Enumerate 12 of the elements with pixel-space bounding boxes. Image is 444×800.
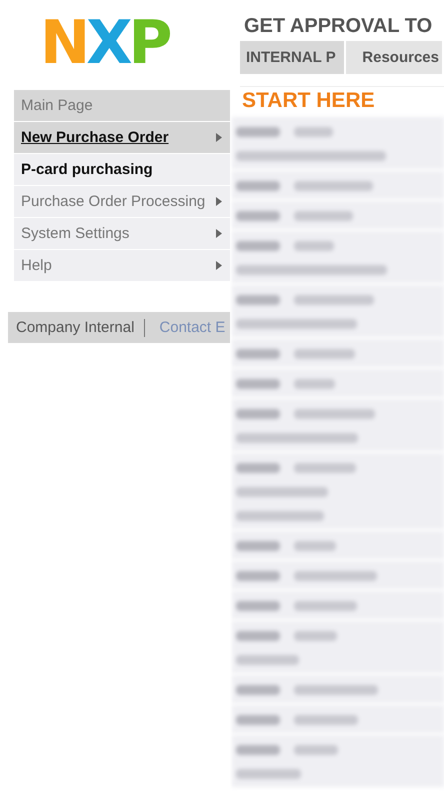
logo: NXP (40, 10, 168, 76)
menu-item[interactable]: System Settings (14, 218, 230, 250)
tab[interactable]: Resources (346, 41, 442, 74)
menu-item[interactable]: Help (14, 250, 230, 282)
footer-text: Company Internal (16, 319, 134, 336)
tab[interactable]: INTERNAL P (240, 41, 344, 74)
page-title: GET APPROVAL TO (243, 15, 434, 38)
contact-link[interactable]: Contact E (159, 319, 226, 336)
menu-item[interactable]: Purchase Order Processing (14, 186, 230, 218)
menu-item[interactable]: Main Page (14, 90, 230, 122)
menu-item[interactable]: P-card purchasing (14, 154, 230, 186)
menu-item[interactable]: New Purchase Order (14, 122, 230, 154)
